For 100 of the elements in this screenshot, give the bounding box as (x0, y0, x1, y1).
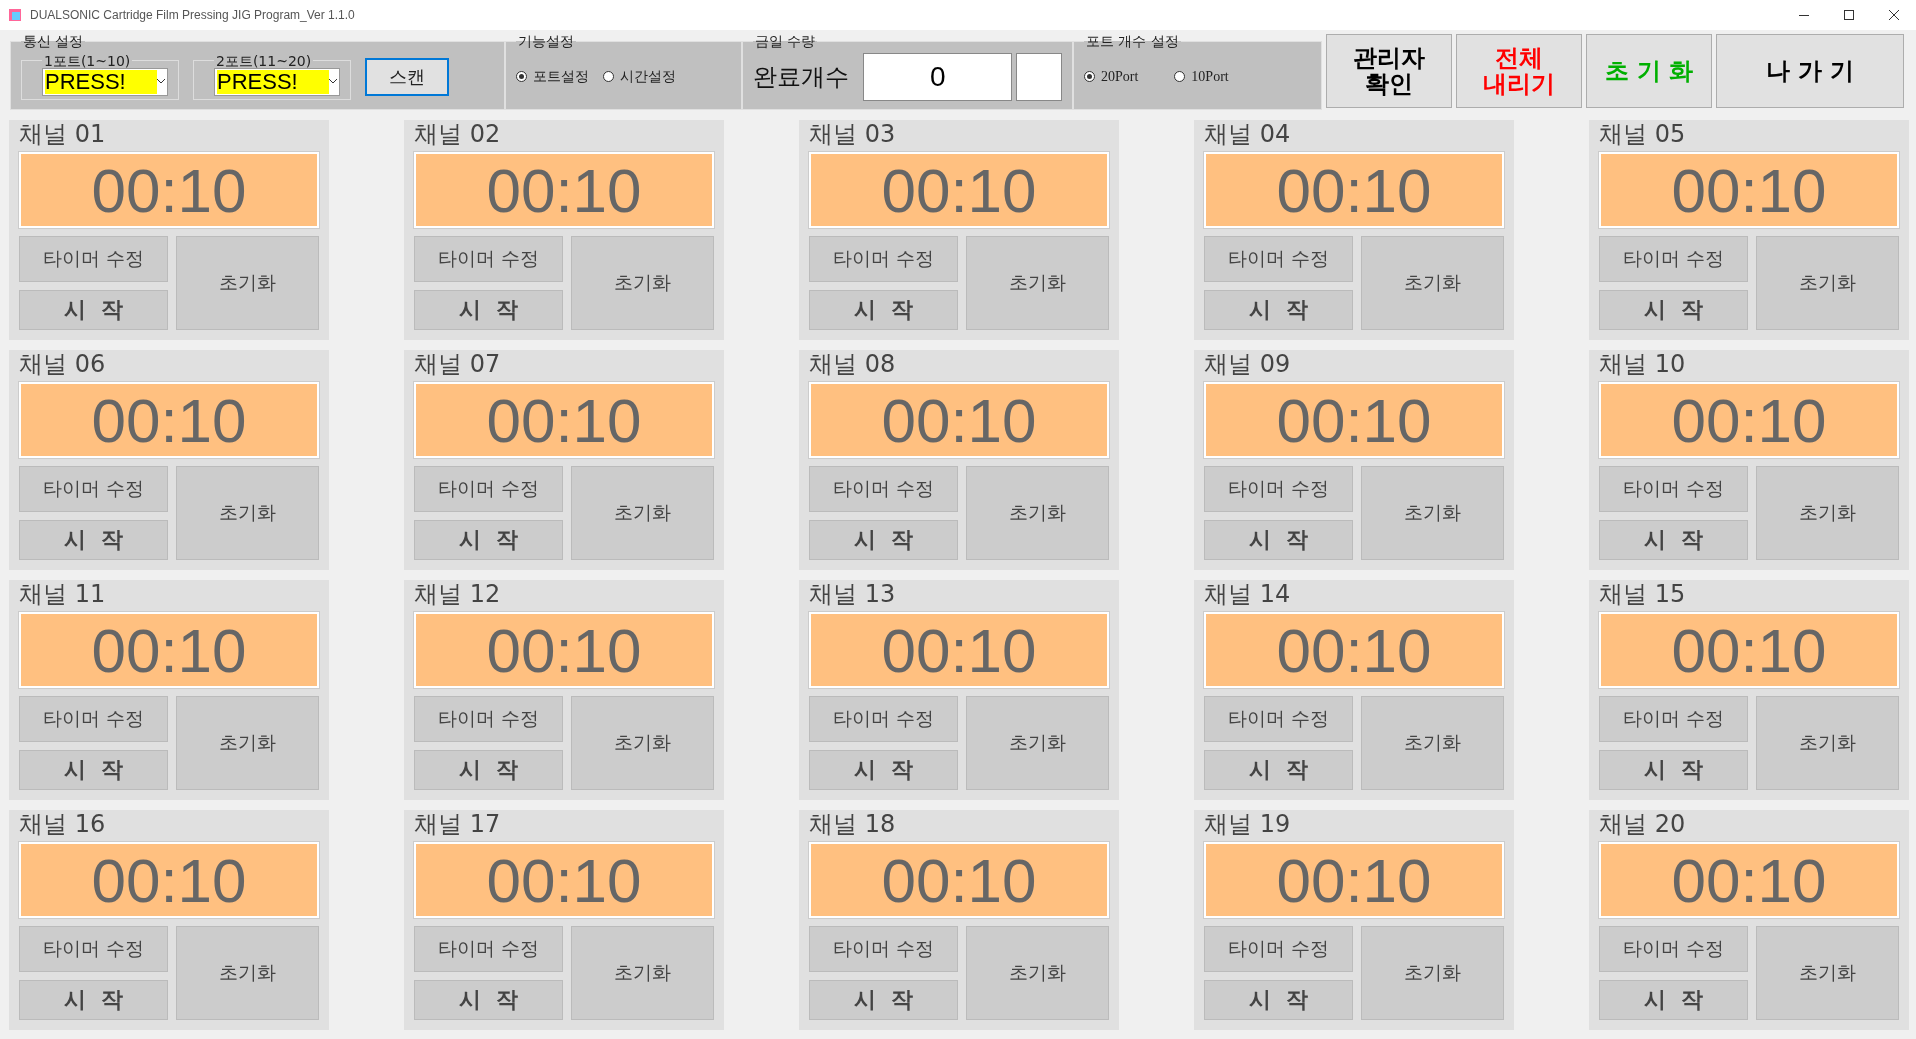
edit-timer-button[interactable]: 타이머 수정 (19, 466, 168, 512)
reset-button[interactable]: 초기화 (1361, 236, 1504, 330)
start-button[interactable]: 시 작 (809, 290, 958, 330)
timer-display: 00:10 (414, 842, 714, 918)
start-button[interactable]: 시 작 (19, 750, 168, 790)
timer-display: 00:10 (809, 152, 1109, 228)
edit-timer-button[interactable]: 타이머 수정 (1599, 926, 1748, 972)
timer-display: 00:10 (1599, 842, 1899, 918)
edit-timer-button[interactable]: 타이머 수정 (1599, 236, 1748, 282)
edit-timer-button[interactable]: 타이머 수정 (1204, 236, 1353, 282)
channel-title: 채널 09 (1204, 350, 1292, 378)
edit-timer-button[interactable]: 타이머 수정 (809, 926, 958, 972)
port-dropdown[interactable]: PRESS! (214, 67, 340, 96)
reset-button[interactable]: 초기화 (966, 236, 1109, 330)
edit-timer-button[interactable]: 타이머 수정 (414, 926, 563, 972)
radio-circle[interactable] (516, 71, 527, 82)
group-title: 금일 수량 (754, 34, 817, 48)
reset-button[interactable]: 초기화 (966, 926, 1109, 1020)
action-button[interactable]: 나 가 기 (1716, 34, 1904, 108)
reset-button[interactable]: 초기화 (1756, 466, 1899, 560)
start-button[interactable]: 시 작 (809, 520, 958, 560)
radio-circle[interactable] (603, 71, 614, 82)
start-button[interactable]: 시 작 (19, 290, 168, 330)
reset-button[interactable]: 초기화 (1756, 926, 1899, 1020)
channel-title: 채널 18 (809, 810, 897, 838)
start-button[interactable]: 시 작 (1204, 980, 1353, 1020)
minimize-icon[interactable] (1798, 14, 1809, 16)
timer-display: 00:10 (1599, 152, 1899, 228)
reset-button[interactable]: 초기화 (1756, 236, 1899, 330)
edit-timer-button[interactable]: 타이머 수정 (1599, 466, 1748, 512)
action-button[interactable]: 관리자 확인 (1326, 34, 1452, 108)
channel-title: 채널 01 (19, 120, 107, 148)
group-title: 기능설정 (517, 34, 575, 48)
port-dropdown[interactable]: PRESS! (42, 67, 168, 96)
start-button[interactable]: 시 작 (19, 980, 168, 1020)
start-button[interactable]: 시 작 (1599, 290, 1748, 330)
edit-timer-button[interactable]: 타이머 수정 (414, 696, 563, 742)
channel-title: 채널 10 (1599, 350, 1687, 378)
radio-option[interactable]: 포트설정 (516, 67, 589, 86)
start-button[interactable]: 시 작 (414, 290, 563, 330)
reset-button[interactable]: 초기화 (571, 236, 714, 330)
reset-button[interactable]: 초기화 (966, 466, 1109, 560)
start-button[interactable]: 시 작 (414, 520, 563, 560)
scan-button[interactable]: 스캔 (365, 57, 449, 96)
edit-timer-button[interactable]: 타이머 수정 (414, 236, 563, 282)
edit-timer-button[interactable]: 타이머 수정 (1204, 696, 1353, 742)
reset-button[interactable]: 초기화 (571, 926, 714, 1020)
action-button[interactable]: 전체 내리기 (1456, 34, 1582, 108)
channel-title: 채널 13 (809, 580, 897, 608)
reset-button[interactable]: 초기화 (1756, 696, 1899, 790)
edit-timer-button[interactable]: 타이머 수정 (1204, 466, 1353, 512)
close-icon[interactable] (1888, 10, 1899, 20)
reset-button[interactable]: 초기화 (176, 466, 319, 560)
channel-title: 채널 12 (414, 580, 502, 608)
channel-title: 채널 20 (1599, 810, 1687, 838)
start-button[interactable]: 시 작 (1599, 520, 1748, 560)
reset-button[interactable]: 초기화 (1361, 466, 1504, 560)
reset-button[interactable]: 초기화 (176, 236, 319, 330)
radio-option[interactable]: 10Port (1174, 68, 1229, 85)
start-button[interactable]: 시 작 (1204, 520, 1353, 560)
start-button[interactable]: 시 작 (1204, 290, 1353, 330)
timer-display: 00:10 (1599, 382, 1899, 458)
group-title: 통신 설정 (22, 34, 85, 48)
timer-display: 00:10 (1204, 382, 1504, 458)
radio-option[interactable]: 시간설정 (603, 67, 676, 86)
start-button[interactable]: 시 작 (1204, 750, 1353, 790)
start-button[interactable]: 시 작 (19, 520, 168, 560)
edit-timer-button[interactable]: 타이머 수정 (19, 926, 168, 972)
start-button[interactable]: 시 작 (414, 750, 563, 790)
edit-timer-button[interactable]: 타이머 수정 (1599, 696, 1748, 742)
channel-title: 채널 15 (1599, 580, 1687, 608)
start-button[interactable]: 시 작 (809, 980, 958, 1020)
edit-timer-button[interactable]: 타이머 수정 (809, 466, 958, 512)
count-label: 완료개수 (753, 61, 849, 93)
empty-field (1016, 52, 1062, 101)
radio-circle[interactable] (1084, 71, 1095, 82)
reset-button[interactable]: 초기화 (176, 696, 319, 790)
reset-button[interactable]: 초기화 (966, 696, 1109, 790)
start-button[interactable]: 시 작 (414, 980, 563, 1020)
edit-timer-button[interactable]: 타이머 수정 (809, 696, 958, 742)
reset-button[interactable]: 초기화 (1361, 696, 1504, 790)
edit-timer-button[interactable]: 타이머 수정 (1204, 926, 1353, 972)
edit-timer-button[interactable]: 타이머 수정 (19, 236, 168, 282)
radio-option[interactable]: 20Port (1084, 68, 1139, 85)
edit-timer-button[interactable]: 타이머 수정 (19, 696, 168, 742)
edit-timer-button[interactable]: 타이머 수정 (414, 466, 563, 512)
channel-title: 채널 16 (19, 810, 107, 838)
start-button[interactable]: 시 작 (809, 750, 958, 790)
maximize-icon[interactable] (1843, 10, 1854, 20)
timer-display: 00:10 (809, 382, 1109, 458)
reset-button[interactable]: 초기화 (176, 926, 319, 1020)
radio-circle[interactable] (1174, 71, 1186, 82)
channel-title: 채널 17 (414, 810, 502, 838)
edit-timer-button[interactable]: 타이머 수정 (809, 236, 958, 282)
reset-button[interactable]: 초기화 (571, 466, 714, 560)
start-button[interactable]: 시 작 (1599, 750, 1748, 790)
reset-button[interactable]: 초기화 (571, 696, 714, 790)
reset-button[interactable]: 초기화 (1361, 926, 1504, 1020)
start-button[interactable]: 시 작 (1599, 980, 1748, 1020)
channel-title: 채널 05 (1599, 120, 1687, 148)
